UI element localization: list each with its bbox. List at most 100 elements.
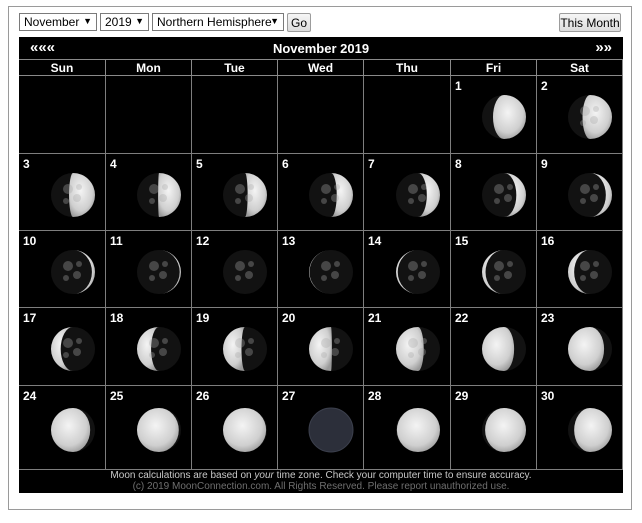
- calendar-day-24: 24: [19, 386, 106, 470]
- moon-calendar-frame: November ▼ 2019 ▼ Northern Hemisphere ▼ …: [8, 6, 632, 510]
- calendar-day-6: 6: [278, 154, 364, 231]
- new-moon-icon: [307, 406, 355, 459]
- dropdown-arrow-icon: ▼: [83, 16, 92, 26]
- weekday-wed: Wed: [278, 59, 364, 76]
- moon-phase-icon: [566, 248, 614, 301]
- calendar-day-8: 8: [451, 154, 537, 231]
- day-number: 3: [23, 157, 30, 171]
- moon-phase-icon: [49, 406, 97, 459]
- month-select[interactable]: November ▼: [19, 13, 97, 31]
- weekday-fri: Fri: [451, 59, 537, 76]
- day-number: 23: [541, 311, 555, 325]
- day-number: 14: [368, 234, 382, 248]
- day-number: 1: [455, 79, 462, 93]
- moon-phase-icon: [307, 171, 355, 224]
- day-number: 4: [110, 157, 117, 171]
- hemisphere-select[interactable]: Northern Hemisphere ▼: [152, 13, 284, 31]
- day-number: 29: [455, 389, 469, 403]
- calendar-day-20: 20: [278, 308, 364, 386]
- calendar-empty-cell: [364, 76, 451, 154]
- day-number: 13: [282, 234, 296, 248]
- weekday-header-row: Sun Mon Tue Wed Thu Fri Sat: [19, 59, 623, 76]
- weekday-mon: Mon: [106, 59, 192, 76]
- calendar-day-14: 14: [364, 231, 451, 308]
- moon-phase-icon: [221, 406, 269, 459]
- year-select-value: 2019: [105, 15, 132, 29]
- full-moon-icon: [221, 248, 269, 301]
- calendar-day-30: 30: [537, 386, 623, 470]
- day-number: 9: [541, 157, 548, 171]
- go-button[interactable]: Go: [287, 13, 311, 32]
- day-number: 8: [455, 157, 462, 171]
- footer-note: Moon calculations are based on your time…: [110, 470, 532, 481]
- day-number: 10: [23, 234, 37, 248]
- moon-phase-icon: [135, 248, 183, 301]
- moon-phase-icon: [394, 171, 442, 224]
- day-number: 25: [110, 389, 124, 403]
- moon-phase-icon: [49, 171, 97, 224]
- calendar-day-29: 29: [451, 386, 537, 470]
- day-number: 11: [110, 234, 123, 248]
- hemisphere-select-value: Northern Hemisphere: [157, 15, 272, 29]
- day-number: 15: [455, 234, 469, 248]
- moon-phase-icon: [566, 93, 614, 146]
- dropdown-arrow-icon: ▼: [270, 16, 279, 26]
- calendar-empty-cell: [192, 76, 278, 154]
- moon-phase-icon: [135, 406, 183, 459]
- moon-phase-icon: [49, 325, 97, 378]
- day-number: 24: [23, 389, 37, 403]
- day-number: 28: [368, 389, 382, 403]
- calendar: ««« November 2019 »» Sun Mon Tue Wed Thu Fri S…: [19, 37, 623, 493]
- this-month-button[interactable]: This Month: [559, 13, 621, 32]
- next-month-link[interactable]: »»: [595, 39, 612, 56]
- calendar-empty-cell: [106, 76, 192, 154]
- day-number: 19: [196, 311, 210, 325]
- moon-phase-icon: [135, 171, 183, 224]
- dropdown-arrow-icon: ▼: [135, 16, 144, 26]
- moon-phase-icon: [307, 325, 355, 378]
- moon-phase-icon: [394, 248, 442, 301]
- moon-phase-icon: [394, 325, 442, 378]
- moon-phase-icon: [480, 325, 528, 378]
- calendar-empty-cell: [19, 76, 106, 154]
- calendar-day-22: 22: [451, 308, 537, 386]
- footer-emphasis: your: [254, 470, 274, 481]
- day-number: 17: [23, 311, 37, 325]
- day-number: 12: [196, 234, 210, 248]
- moon-phase-icon: [480, 171, 528, 224]
- calendar-day-28: 28: [364, 386, 451, 470]
- calendar-day-3: 3: [19, 154, 106, 231]
- calendar-day-10: 10: [19, 231, 106, 308]
- calendar-day-9: 9: [537, 154, 623, 231]
- calendar-day-18: 18: [106, 308, 192, 386]
- weekday-tue: Tue: [192, 59, 278, 76]
- moon-phase-icon: [480, 406, 528, 459]
- calendar-header: ««« November 2019 »»: [19, 37, 623, 59]
- day-number: 7: [368, 157, 375, 171]
- moon-phase-icon: [221, 325, 269, 378]
- year-select[interactable]: 2019 ▼: [100, 13, 149, 31]
- day-number: 21: [368, 311, 382, 325]
- weekday-sat: Sat: [537, 59, 623, 76]
- calendar-day-23: 23: [537, 308, 623, 386]
- calendar-day-7: 7: [364, 154, 451, 231]
- moon-phase-icon: [394, 406, 442, 459]
- day-number: 27: [282, 389, 296, 403]
- calendar-day-25: 25: [106, 386, 192, 470]
- calendar-day-1: 1: [451, 76, 537, 154]
- footer-copyright: (c) 2019 MoonConnection.com. All Rights …: [132, 481, 510, 492]
- day-number: 30: [541, 389, 555, 403]
- moon-phase-icon: [221, 171, 269, 224]
- moon-phase-icon: [566, 171, 614, 224]
- calendar-day-26: 26: [192, 386, 278, 470]
- weekday-sun: Sun: [19, 59, 106, 76]
- day-number: 6: [282, 157, 289, 171]
- calendar-day-21: 21: [364, 308, 451, 386]
- calendar-day-13: 13: [278, 231, 364, 308]
- calendar-day-15: 15: [451, 231, 537, 308]
- moon-phase-icon: [135, 325, 183, 378]
- calendar-day-11: 11: [106, 231, 192, 308]
- calendar-day-12: 12: [192, 231, 278, 308]
- moon-phase-icon: [49, 248, 97, 301]
- day-number: 5: [196, 157, 203, 171]
